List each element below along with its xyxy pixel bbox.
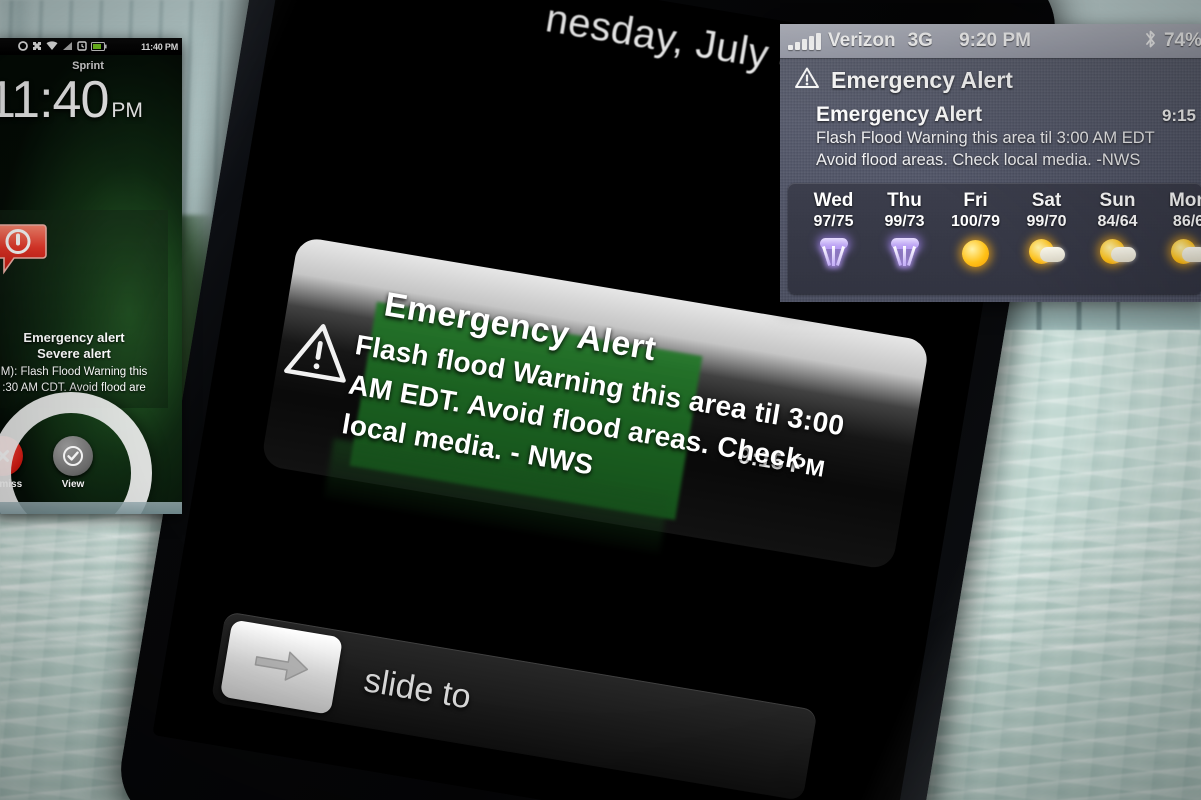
android-lock-clock: 11:40PM bbox=[0, 70, 150, 130]
ios-notification-center[interactable]: Verizon 3G 9:20 PM 74% Emergency Alert E… bbox=[780, 24, 1201, 302]
weather-day-name: Mon bbox=[1168, 190, 1201, 211]
sun-cloud-icon bbox=[1153, 235, 1201, 271]
android-alert-subtitle: Severe alert bbox=[37, 346, 111, 361]
android-alert-title: Emergency alert bbox=[23, 330, 125, 345]
android-overlay-bottom-edge bbox=[0, 502, 182, 514]
weather-day-name: Sat bbox=[1031, 190, 1062, 211]
battery-icon bbox=[91, 38, 107, 56]
slide-to-unlock-label: slide to bbox=[361, 661, 474, 717]
weather-day: Fri 100/79 bbox=[940, 190, 1011, 294]
warning-triangle-icon bbox=[282, 316, 357, 386]
notification-group-title: Emergency Alert bbox=[831, 67, 1013, 93]
signal-icon bbox=[62, 38, 73, 56]
weather-day: Sat 99/70 bbox=[1011, 190, 1082, 294]
android-device-overlay: 11:40 PM Sprint 11:40PM bbox=[0, 38, 182, 514]
weather-day-temps: 86/6 bbox=[1172, 213, 1201, 230]
puzzle-icon bbox=[32, 38, 42, 56]
android-status-bar-time: 11:40 PM bbox=[141, 41, 178, 52]
weather-day-temps: 84/64 bbox=[1097, 213, 1138, 230]
warning-triangle-icon bbox=[794, 66, 820, 95]
weather-day-name: Fri bbox=[963, 190, 988, 211]
notification-line-1: Flash Flood Warning this area til 3:00 A… bbox=[816, 129, 1155, 147]
android-clock-time: 11:40 bbox=[0, 71, 109, 129]
weather-widget[interactable]: Wed 97/75 Thu 99/73 Fri 100/79 Sat 99/70… bbox=[788, 183, 1201, 294]
hdmi-icon bbox=[18, 38, 28, 56]
notification-item[interactable]: Emergency Alert 9:15 Flash Flood Warning… bbox=[780, 101, 1201, 179]
weather-day-temps: 99/70 bbox=[1026, 213, 1067, 230]
alarm-icon bbox=[77, 38, 87, 56]
weather-day-name: Sun bbox=[1099, 190, 1136, 211]
status-bar-time: 9:20 PM bbox=[959, 30, 1031, 51]
weather-day-temps: 99/73 bbox=[884, 213, 925, 230]
weather-day-temps: 97/75 bbox=[813, 213, 854, 230]
notification-group-header: Emergency Alert bbox=[780, 58, 1201, 101]
sun-cloud-icon bbox=[1082, 235, 1153, 271]
weather-day-temps: 100/79 bbox=[951, 213, 1000, 230]
sun-cloud-icon bbox=[1011, 235, 1082, 271]
thunderstorm-icon bbox=[798, 235, 869, 271]
ios-status-bar: Verizon 3G 9:20 PM 74% bbox=[780, 24, 1201, 58]
weather-day: Mon 86/6 bbox=[1153, 190, 1201, 294]
weather-day-name: Thu bbox=[887, 190, 922, 211]
thunderstorm-icon bbox=[869, 235, 940, 271]
notification-time: 9:15 bbox=[1161, 106, 1196, 125]
android-status-bar: 11:40 PM bbox=[0, 38, 182, 55]
weather-day-name: Wed bbox=[813, 190, 854, 211]
weather-day: Sun 84/64 bbox=[1082, 190, 1153, 294]
android-clock-ampm: PM bbox=[111, 99, 143, 122]
android-alert-card[interactable]: Emergency alert Severe alert M): Flash F… bbox=[0, 210, 168, 408]
weather-day: Thu 99/73 bbox=[869, 190, 940, 294]
screenshot-stage: nesday, July 4 Emergency Alert 9:15 PM F… bbox=[0, 0, 1201, 800]
slide-to-unlock-track[interactable]: slide to bbox=[210, 611, 818, 800]
android-alert-line-1: M): Flash Flood Warning this bbox=[0, 366, 148, 378]
slide-to-unlock-knob[interactable] bbox=[219, 619, 344, 715]
notification-line-2: Avoid flood areas. Check local media. -N… bbox=[816, 151, 1141, 169]
alert-bubble-icon bbox=[0, 222, 48, 276]
sun-icon bbox=[940, 235, 1011, 271]
weather-day: Wed 97/75 bbox=[798, 190, 869, 294]
arrow-right-icon bbox=[248, 641, 314, 693]
wifi-icon bbox=[46, 38, 58, 56]
notification-app-name: Emergency Alert bbox=[816, 103, 983, 126]
